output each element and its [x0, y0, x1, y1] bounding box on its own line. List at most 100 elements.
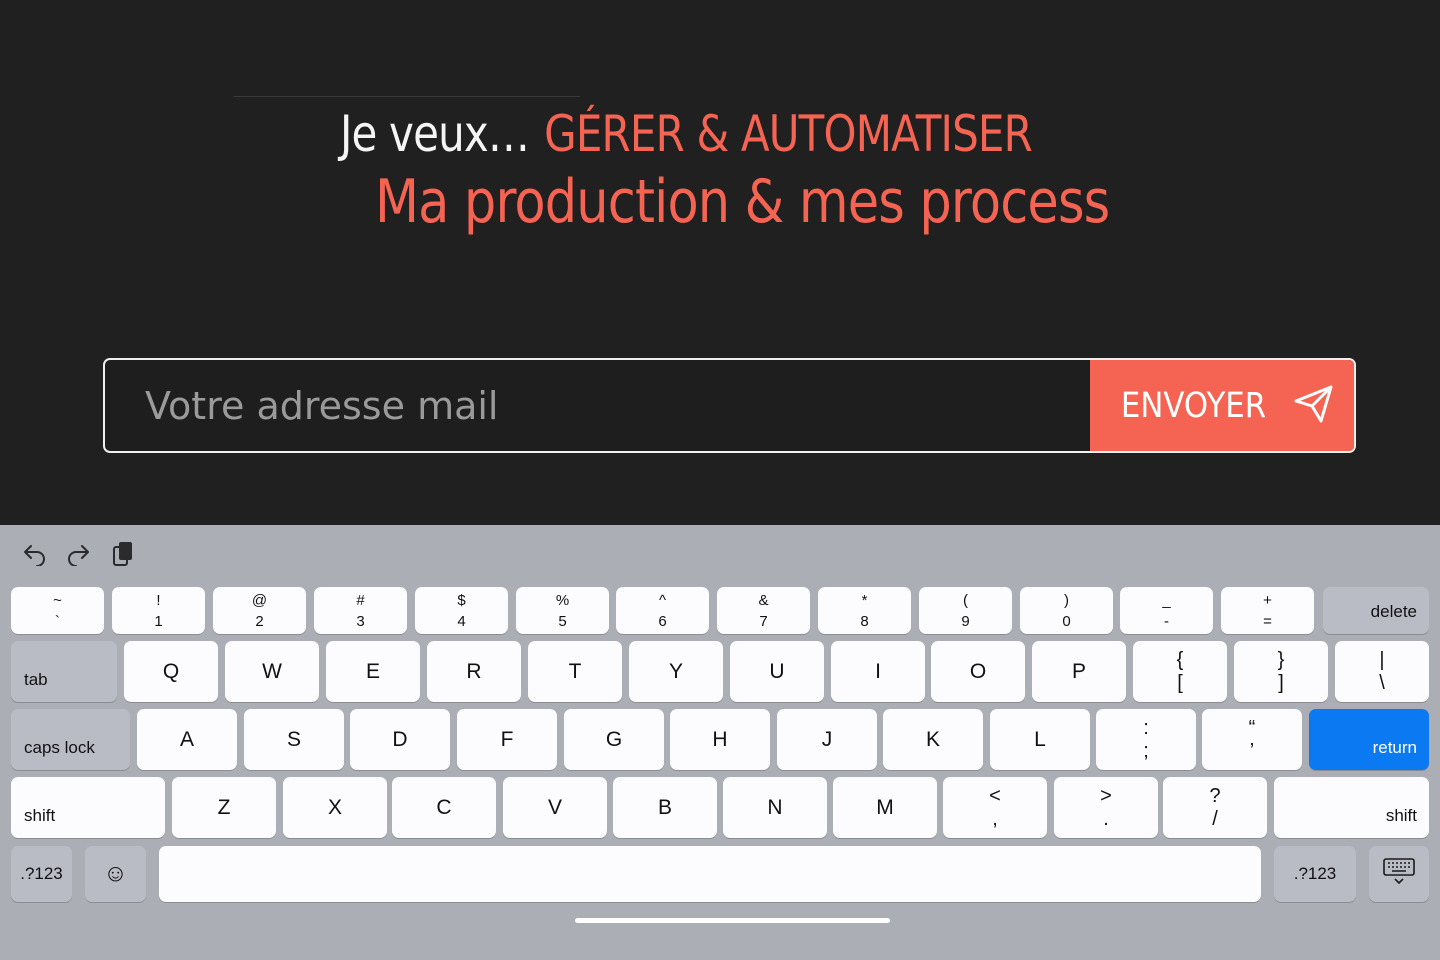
key-j[interactable]: J — [777, 709, 877, 770]
key-labels: ^ 6 — [658, 593, 666, 629]
key-label: C — [436, 795, 452, 819]
key-base-label: , — [992, 808, 998, 830]
key-r[interactable]: R — [427, 641, 521, 702]
key-base-label: 3 — [356, 612, 365, 630]
key-labels: (9 — [961, 593, 969, 629]
caps-lock-key[interactable]: caps lock — [11, 709, 130, 770]
key-v[interactable]: V — [503, 777, 607, 838]
key-shift-label: % — [555, 591, 570, 609]
key-label: Z — [217, 795, 231, 819]
paste-icon[interactable] — [108, 539, 138, 569]
key-shift-label: < — [989, 785, 1001, 807]
redo-icon[interactable] — [63, 539, 93, 569]
key-base-label: ` — [54, 612, 60, 630]
key-4[interactable]: $4 — [415, 587, 508, 634]
key-labels: * 8 — [860, 593, 868, 629]
key-8[interactable]: * 8 — [818, 587, 911, 634]
undo-icon[interactable] — [20, 539, 50, 569]
key-symbol-bottom-0[interactable]: <, — [943, 777, 1047, 838]
numbers-key[interactable]: .?123 — [11, 846, 72, 902]
key-g[interactable]: G — [564, 709, 664, 770]
key-shift-label: * — [861, 591, 868, 609]
key-symbol-home-1[interactable]: “’ — [1202, 709, 1302, 770]
key-s[interactable]: S — [244, 709, 344, 770]
key-2[interactable]: @2 — [213, 587, 306, 634]
key-b[interactable]: B — [613, 777, 717, 838]
key-base-label: - — [1164, 612, 1169, 630]
email-input[interactable] — [105, 360, 1090, 451]
key-labels: }] — [1278, 650, 1285, 693]
key-h[interactable]: H — [670, 709, 770, 770]
key-t[interactable]: T — [528, 641, 622, 702]
key-1[interactable]: ! 1 — [112, 587, 205, 634]
key-y[interactable]: Y — [629, 641, 723, 702]
key-label: F — [500, 727, 514, 751]
key-5[interactable]: % 5 — [516, 587, 609, 634]
key-base-label: 4 — [457, 612, 466, 630]
key-shift-label: + — [1263, 591, 1272, 609]
key-0[interactable]: ) 0 — [1020, 587, 1113, 634]
tab-key[interactable]: tab — [11, 641, 117, 702]
key-sym[interactable]: + = — [1221, 587, 1314, 634]
key-symbol-0[interactable]: {[ — [1133, 641, 1227, 702]
key-label: Y — [668, 659, 683, 683]
hide-keyboard-key[interactable] — [1369, 846, 1429, 902]
return-key[interactable]: return — [1309, 709, 1429, 770]
key-k[interactable]: K — [883, 709, 983, 770]
key-w[interactable]: W — [225, 641, 319, 702]
key-symbol-bottom-1[interactable]: >. — [1054, 777, 1158, 838]
key-l[interactable]: L — [990, 709, 1090, 770]
key-z[interactable]: Z — [172, 777, 276, 838]
key-labels: ! 1 — [154, 593, 162, 629]
key-shift-label: $ — [457, 591, 466, 609]
key-symbol-1[interactable]: }] — [1234, 641, 1328, 702]
key-base-label: / — [1212, 808, 1218, 830]
key-labels: ? / — [1209, 786, 1220, 829]
key-sym[interactable]: ~ ` — [11, 587, 104, 634]
key-m[interactable]: M — [833, 777, 937, 838]
key-label: U — [769, 659, 785, 683]
key-a[interactable]: A — [137, 709, 237, 770]
key-shift-label: > — [1100, 785, 1112, 807]
key-c[interactable]: C — [392, 777, 496, 838]
key-symbol-2[interactable]: | \ — [1335, 641, 1429, 702]
key-base-label: ] — [1278, 672, 1284, 694]
key-o[interactable]: O — [931, 641, 1025, 702]
key-label: S — [286, 727, 301, 751]
key-base-label: [ — [1177, 672, 1183, 694]
key-f[interactable]: F — [457, 709, 557, 770]
key-x[interactable]: X — [283, 777, 387, 838]
numbers-key-right[interactable]: .?123 — [1274, 846, 1356, 902]
key-p[interactable]: P — [1032, 641, 1126, 702]
key-base-label: ’ — [1249, 740, 1255, 762]
emoji-key[interactable]: ☺ — [85, 846, 146, 902]
space-bar[interactable] — [159, 846, 1261, 902]
keyboard-hide-icon — [1383, 857, 1415, 891]
key-label: return — [1372, 738, 1417, 757]
key-label: H — [712, 727, 728, 751]
key-label: M — [876, 795, 894, 819]
key-shift-label: { — [1176, 649, 1184, 671]
key-e[interactable]: E — [326, 641, 420, 702]
key-6[interactable]: ^ 6 — [616, 587, 709, 634]
key-labels: | \ — [1379, 650, 1385, 693]
key-9[interactable]: (9 — [919, 587, 1012, 634]
shift-right-key[interactable]: shift — [1274, 777, 1429, 838]
key-base-label: 9 — [961, 612, 970, 630]
key-symbol-bottom-2[interactable]: ? / — [1163, 777, 1267, 838]
shift-left-key[interactable]: shift — [11, 777, 165, 838]
key-q[interactable]: Q — [124, 641, 218, 702]
key-i[interactable]: I — [831, 641, 925, 702]
key-d[interactable]: D — [350, 709, 450, 770]
key-labels: @2 — [252, 593, 267, 629]
key-shift-label: ( — [963, 591, 968, 609]
delete-key[interactable]: delete — [1323, 587, 1429, 634]
key-3[interactable]: #3 — [314, 587, 407, 634]
key-symbol-home-0[interactable]: :; — [1096, 709, 1196, 770]
key-u[interactable]: U — [730, 641, 824, 702]
key-sym[interactable]: _ - — [1120, 587, 1213, 634]
key-shift-label: @ — [251, 591, 268, 609]
key-n[interactable]: N — [723, 777, 827, 838]
send-button[interactable]: ENVOYER — [1090, 360, 1354, 451]
key-7[interactable]: & 7 — [717, 587, 810, 634]
